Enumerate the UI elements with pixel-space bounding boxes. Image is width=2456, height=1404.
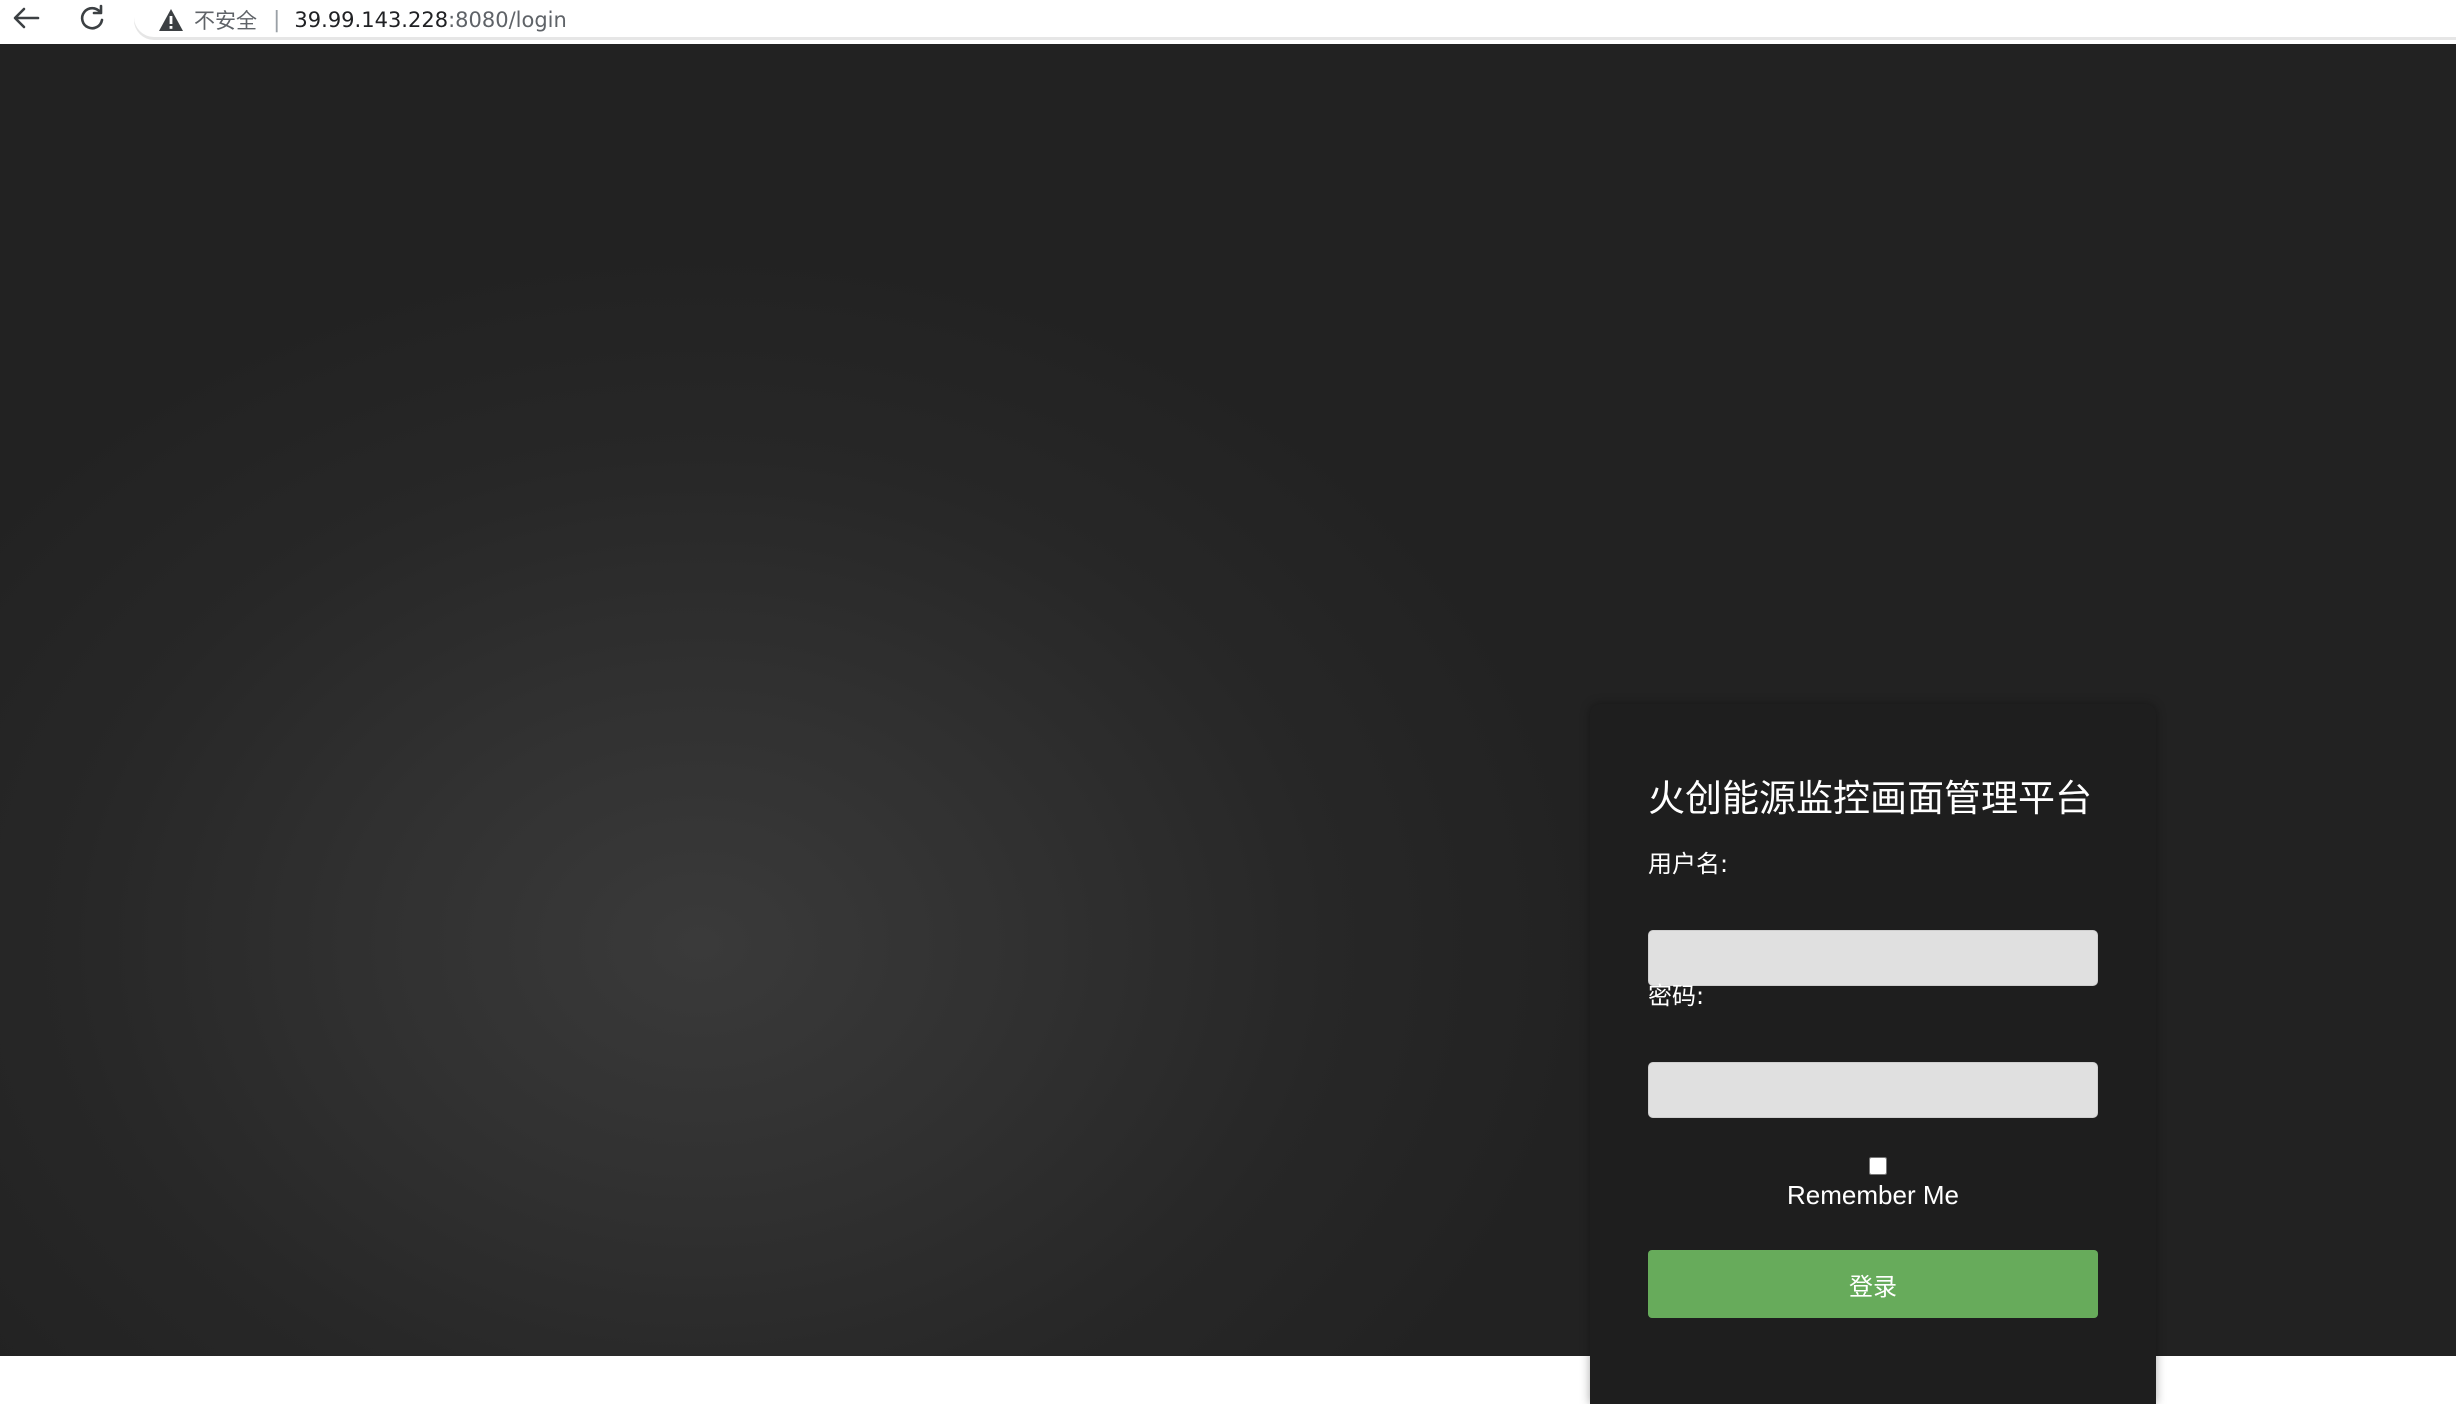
remember-me-checkbox[interactable] (1869, 1157, 1887, 1175)
reload-button[interactable] (72, 2, 112, 34)
url-path[interactable]: :8080/login (448, 8, 567, 32)
address-bar[interactable]: 不安全 | 39.99.143.228 :8080/login (134, 0, 2456, 40)
login-page-background: 火创能源监控画面管理平台 用户名: 密码: Remember Me 登录 (0, 44, 2456, 1404)
login-card: 火创能源监控画面管理平台 用户名: 密码: Remember Me 登录 (1590, 704, 2156, 1404)
username-input[interactable] (1648, 930, 2098, 986)
page-title: 火创能源监控画面管理平台 (1648, 777, 2092, 820)
password-label: 密码: (1648, 982, 1705, 1010)
address-separator: | (273, 7, 281, 33)
back-button[interactable] (6, 2, 46, 34)
remember-me-label[interactable]: Remember Me (1648, 1180, 2098, 1211)
username-label: 用户名: (1648, 850, 1729, 878)
login-button[interactable]: 登录 (1648, 1250, 2098, 1318)
arrow-left-icon (13, 7, 40, 29)
browser-toolbar: 不安全 | 39.99.143.228 :8080/login (0, 0, 2456, 44)
password-input[interactable] (1648, 1062, 2098, 1118)
reload-icon (80, 4, 104, 30)
warning-icon[interactable] (158, 8, 184, 32)
url-host[interactable]: 39.99.143.228 (294, 8, 448, 32)
security-status-text[interactable]: 不安全 (194, 5, 257, 35)
